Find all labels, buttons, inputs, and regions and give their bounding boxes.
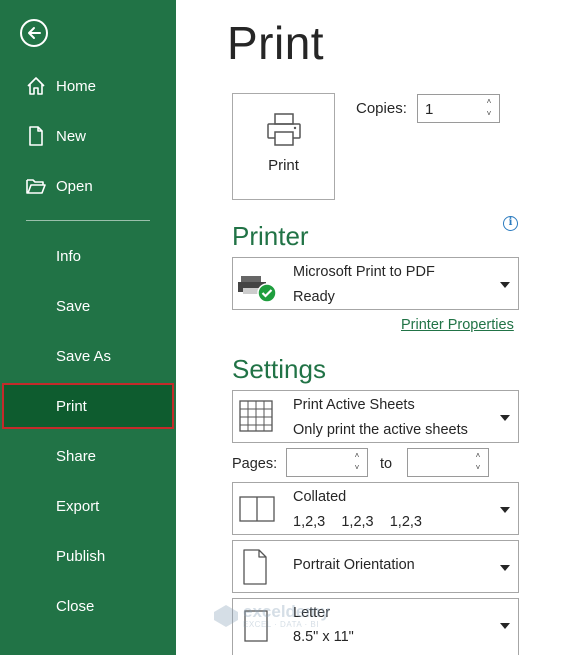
sidebar-item-save-as[interactable]: Save As — [0, 333, 176, 379]
sidebar-item-publish[interactable]: Publish — [0, 533, 176, 579]
orientation-title: Portrait Orientation — [293, 557, 415, 573]
sidebar-item-home[interactable]: Home — [0, 63, 176, 109]
printer-icon — [266, 113, 301, 146]
chevron-down-icon — [500, 507, 510, 513]
orientation-dropdown[interactable]: Portrait Orientation — [232, 540, 519, 593]
printer-status: Ready — [293, 289, 335, 305]
sidebar-item-export[interactable]: Export — [0, 483, 176, 529]
back-arrow-icon[interactable] — [20, 19, 48, 47]
copies-value: 1 — [425, 101, 434, 118]
page-title: Print — [227, 17, 325, 69]
collation-subtitle: 1,2,3 1,2,3 1,2,3 — [293, 514, 422, 530]
backstage-sidebar: Home New Open Info Save Save As Print Sh… — [0, 0, 176, 655]
print-what-dropdown[interactable]: Print Active Sheets Only print the activ… — [232, 390, 519, 443]
collation-title: Collated — [293, 489, 347, 505]
copies-stepper[interactable]: 1 ˄ ˅ — [417, 94, 500, 123]
sidebar-item-info[interactable]: Info — [0, 233, 176, 279]
pages-to-label: to — [380, 456, 393, 472]
paper-size-subtitle: 8.5" x 11" — [293, 629, 354, 645]
sidebar-item-print[interactable]: Print — [2, 383, 174, 429]
sidebar-divider — [26, 220, 150, 221]
sidebar-item-close[interactable]: Close — [0, 583, 176, 629]
printer-ready-icon — [237, 271, 277, 308]
sidebar-item-label: Info — [56, 247, 82, 265]
folder-open-icon — [24, 174, 48, 198]
info-icon[interactable]: i — [503, 216, 518, 231]
printer-dropdown[interactable]: Microsoft Print to PDF Ready — [232, 257, 519, 310]
pages-label: Pages: — [232, 456, 278, 472]
chevron-down-icon — [500, 415, 510, 421]
pages-to-input[interactable]: ˄ ˅ — [407, 448, 489, 477]
chevron-down-icon — [500, 623, 510, 629]
collated-pages-icon — [237, 493, 277, 530]
copies-label: Copies: — [356, 100, 407, 117]
sidebar-item-label: New — [56, 127, 87, 145]
sidebar-item-label: Save As — [56, 347, 112, 365]
collation-dropdown[interactable]: Collated 1,2,3 1,2,3 1,2,3 — [232, 482, 519, 535]
sidebar-item-save[interactable]: Save — [0, 283, 176, 329]
watermark-name: exceldemy — [243, 602, 330, 621]
chevron-down-icon — [500, 565, 510, 571]
new-document-icon — [24, 124, 48, 148]
print-button[interactable]: Print — [232, 93, 335, 200]
spinner-arrows-icon[interactable]: ˄ ˅ — [352, 450, 362, 474]
watermark-tagline: EXCEL · DATA · BI — [243, 620, 319, 629]
sidebar-item-label: Publish — [56, 547, 106, 565]
chevron-down-icon — [500, 282, 510, 288]
print-what-subtitle: Only print the active sheets — [293, 422, 468, 438]
sidebar-item-label: Close — [56, 597, 95, 615]
sidebar-item-label: Share — [56, 447, 97, 465]
sidebar-item-label: Save — [56, 297, 91, 315]
watermark-logo: exceldemy EXCEL · DATA · BI — [212, 603, 330, 629]
printer-heading: Printer — [232, 221, 309, 251]
spinner-arrows-icon[interactable]: ˄ ˅ — [473, 450, 483, 474]
sidebar-item-label: Home — [56, 77, 97, 95]
portrait-page-icon — [237, 547, 273, 592]
pages-from-input[interactable]: ˄ ˅ — [286, 448, 368, 477]
sidebar-item-share[interactable]: Share — [0, 433, 176, 479]
sidebar-item-label: Open — [56, 177, 93, 195]
print-what-title: Print Active Sheets — [293, 397, 415, 413]
sidebar-item-open[interactable]: Open — [0, 163, 176, 209]
sidebar-item-new[interactable]: New — [0, 113, 176, 159]
sidebar-item-label: Export — [56, 497, 100, 515]
settings-heading: Settings — [232, 354, 326, 384]
sheet-grid-icon — [237, 398, 275, 441]
printer-name: Microsoft Print to PDF — [293, 264, 435, 280]
home-icon — [24, 74, 48, 98]
sidebar-item-label: Print — [56, 397, 87, 415]
printer-properties-link[interactable]: Printer Properties — [401, 317, 514, 333]
print-button-label: Print — [268, 157, 299, 174]
spinner-arrows-icon[interactable]: ˄ ˅ — [484, 96, 494, 120]
